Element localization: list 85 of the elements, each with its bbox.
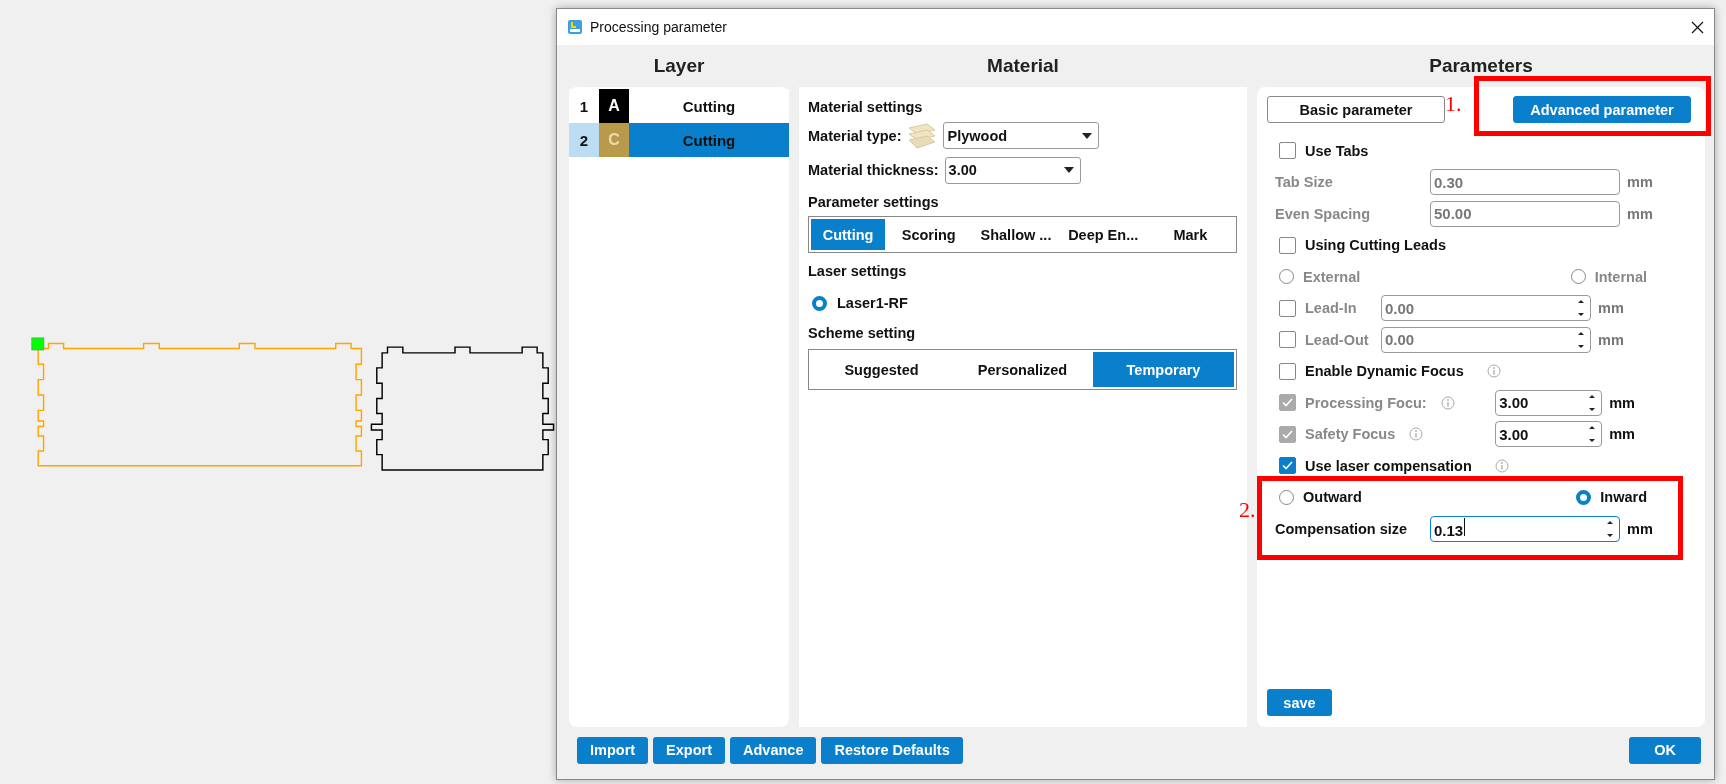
radio-label: Internal — [1594, 268, 1647, 285]
footer-button[interactable]: Advance — [730, 736, 817, 764]
scheme-tab[interactable]: Suggested — [811, 352, 952, 387]
spin-arrows-icon[interactable] — [1606, 518, 1614, 539]
spin-arrows-icon[interactable] — [1577, 298, 1585, 319]
process-tab[interactable]: Deep En... — [1059, 219, 1147, 250]
footer-button[interactable]: Restore Defaults — [821, 736, 963, 764]
unit-label: mm — [1598, 300, 1624, 317]
checkbox[interactable] — [1279, 142, 1296, 160]
footer-button[interactable]: Export — [653, 736, 726, 764]
checkbox-label: Enable Dynamic Focus — [1305, 363, 1464, 380]
field-label: Compensation size — [1275, 520, 1409, 537]
checkbox-label: Use Tabs — [1305, 142, 1369, 159]
annotation-number: 2. — [1239, 497, 1256, 523]
process-tab[interactable]: Scoring — [885, 219, 973, 250]
scheme-tab[interactable]: Temporary — [1093, 352, 1234, 387]
section-label: Laser settings — [808, 262, 908, 281]
process-tab[interactable]: Mark — [1146, 219, 1234, 250]
unit-label: mm — [1598, 331, 1624, 348]
unit-label: mm — [1627, 520, 1653, 537]
layer-mode: Cutting — [681, 97, 737, 115]
field-label: Tab Size — [1275, 174, 1334, 191]
parameter-mode-tab[interactable]: Advanced parameter — [1513, 96, 1691, 123]
radio-label: External — [1303, 268, 1361, 285]
checkbox[interactable] — [1279, 457, 1296, 475]
layer-color-swatch: A — [599, 89, 629, 123]
close-icon[interactable] — [1691, 20, 1704, 34]
section-label: Material settings — [808, 98, 924, 117]
ok-button[interactable]: OK — [1629, 736, 1701, 764]
dropdown-arrow-icon — [1063, 167, 1074, 173]
footer-button[interactable]: Import — [577, 736, 649, 764]
field-label: Material type: — [808, 126, 902, 146]
checkmark-icon — [1282, 429, 1293, 439]
unit-label: mm — [1627, 205, 1653, 222]
section-label: Parameter settings — [808, 193, 940, 212]
window-title: Processing parameter — [590, 19, 728, 35]
checkbox-label: Lead-Out — [1305, 331, 1370, 348]
field-label: Material thickness: — [808, 161, 939, 180]
radio-label: Outward — [1303, 489, 1362, 506]
layer-row[interactable]: 1 A Cutting — [569, 89, 789, 123]
unit-label: mm — [1609, 426, 1635, 443]
material-type-dropdown[interactable]: Plywood — [943, 122, 1100, 149]
spin-arrows-icon[interactable] — [1577, 329, 1585, 350]
process-tab[interactable]: Shallow ... — [972, 219, 1060, 250]
checkbox[interactable] — [1279, 362, 1296, 380]
info-icon — [1440, 395, 1455, 410]
thickness-dropdown[interactable]: 3.00 — [944, 156, 1081, 184]
spin-arrows-icon[interactable] — [1588, 392, 1597, 413]
annotation-number: 1. — [1445, 91, 1462, 117]
number-field[interactable]: 0.13 — [1430, 515, 1620, 542]
unit-label: mm — [1609, 394, 1635, 411]
checkbox-label: Lead-In — [1305, 300, 1358, 317]
unit-label: mm — [1627, 174, 1653, 191]
app-icon — [567, 19, 583, 35]
layer-row[interactable]: 2 C Cutting — [569, 123, 789, 157]
column-heading: Material — [987, 55, 1059, 77]
layer-color-swatch: C — [599, 123, 629, 157]
wood-sheets-icon — [907, 121, 938, 150]
checkbox-label: Using Cutting Leads — [1305, 237, 1446, 254]
section-label: Scheme setting — [808, 324, 917, 343]
checkmark-icon — [1282, 461, 1293, 471]
layer-number: 1 — [578, 96, 590, 117]
scheme-tab[interactable]: Personalized — [952, 352, 1093, 387]
column-heading: Layer — [653, 55, 705, 77]
radio-button[interactable] — [812, 295, 827, 311]
layer-mode: Cutting — [681, 131, 737, 149]
parameter-mode-tab[interactable]: Basic parameter — [1267, 96, 1445, 123]
checkbox-label: Safety Focus — [1305, 426, 1396, 443]
field-label: Even Spacing — [1275, 205, 1372, 222]
save-button[interactable]: save — [1267, 689, 1332, 716]
checkbox-label: Use laser compensation — [1305, 457, 1472, 474]
layer-number: 2 — [569, 123, 599, 157]
column-heading: Parameters — [1429, 55, 1533, 77]
info-icon — [1409, 427, 1424, 442]
dropdown-arrow-icon — [1082, 132, 1093, 139]
checkmark-icon — [1282, 398, 1293, 408]
radio-label: Laser1-RF — [837, 294, 908, 313]
process-tab[interactable]: Cutting — [811, 219, 886, 250]
start-point-marker — [31, 337, 45, 351]
checkbox-label: Processing Focu: — [1305, 394, 1427, 411]
checkbox[interactable] — [1279, 236, 1296, 254]
radio-button[interactable] — [1279, 489, 1294, 505]
radio-button[interactable] — [1576, 489, 1592, 505]
radio-label: Inward — [1600, 489, 1647, 506]
spin-arrows-icon[interactable] — [1588, 424, 1597, 445]
